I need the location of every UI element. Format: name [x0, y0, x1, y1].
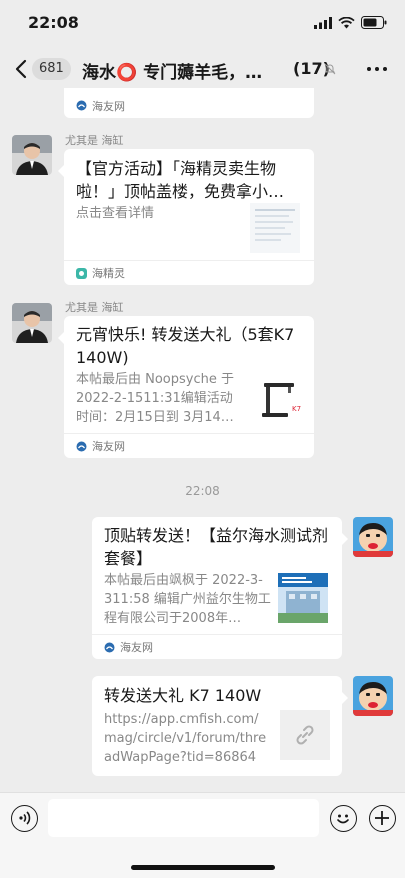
status-bar: 22:08	[0, 0, 405, 44]
mute-bell-icon	[324, 63, 336, 75]
person-avatar-icon	[12, 135, 52, 175]
battery-icon	[361, 16, 387, 29]
card-source: 海精灵	[64, 260, 314, 285]
haijingling-icon	[76, 267, 87, 279]
more-options-icon[interactable]	[367, 67, 387, 71]
link-card[interactable]: 元宵快乐! 转发送大礼（5套K7 140W) 本帖最后由 Noopsyche 于…	[64, 316, 314, 458]
avatar[interactable]	[12, 303, 52, 343]
svg-text:K7: K7	[292, 405, 301, 413]
plus-icon	[375, 811, 389, 825]
emoji-icon	[337, 814, 349, 824]
card-title: 顶贴转发送！【益尔海水测试剂套餐】	[104, 526, 329, 568]
card-source: 海友网	[64, 433, 314, 458]
cartoon-avatar-icon	[353, 676, 393, 716]
my-avatar[interactable]	[353, 676, 393, 716]
haiyouwang-icon	[104, 642, 115, 652]
sender-name: 尤其是 海缸	[65, 134, 124, 147]
time-divider: 22:08	[185, 484, 220, 498]
link-card[interactable]: 顶贴转发送！【益尔海水测试剂套餐】 本帖最后由飒枫于 2022-3-311:58…	[92, 517, 342, 659]
bubble-tail	[342, 692, 348, 704]
voice-icon	[19, 811, 31, 825]
card-source-label: 海友网	[92, 440, 125, 453]
thumbnail-image: K7	[254, 373, 304, 423]
card-description: https://app.cmfish.com/mag/circle/v1/for…	[104, 712, 267, 765]
status-icons	[314, 16, 387, 29]
wifi-icon	[338, 16, 355, 28]
link-thumb	[280, 710, 330, 760]
avatar[interactable]	[12, 135, 52, 175]
sender-name: 尤其是 海缸	[65, 301, 124, 314]
card-source-label: 海友网	[120, 641, 153, 654]
unread-count-badge[interactable]: 681	[32, 58, 71, 80]
link-card[interactable]: 海友网	[64, 88, 314, 118]
chat-header: 681 海水⭕ 专门薅羊毛，薅… (17)	[0, 44, 405, 94]
signal-icon	[314, 16, 332, 29]
haiyouwang-icon	[76, 100, 87, 111]
chat-title: 海水⭕ 专门薅羊毛，薅…	[82, 63, 266, 83]
person-avatar-icon	[12, 303, 52, 343]
message-input[interactable]	[48, 799, 319, 837]
card-source: 海友网	[92, 634, 342, 659]
link-card[interactable]: 转发送大礼 K7 140W https://app.cmfish.com/mag…	[92, 676, 342, 776]
card-source-label: 海精灵	[92, 267, 125, 280]
card-source: 海友网	[64, 93, 314, 118]
card-title: 元宵快乐! 转发送大礼（5套K7 140W)	[76, 325, 295, 367]
link-card[interactable]: 【官方活动】「海精灵卖生物啦！」顶帖盖楼，免费拿小… 点击查看详情 海精灵	[64, 149, 314, 285]
thumbnail-image	[278, 573, 328, 623]
link-icon	[296, 725, 314, 745]
card-description: 本帖最后由飒枫于 2022-3-311:58 编辑广州益尔生物工程有限公司于20…	[104, 573, 271, 626]
home-indicator[interactable]	[131, 865, 275, 870]
card-description: 点击查看详情	[76, 206, 155, 221]
haiyouwang-icon	[76, 441, 87, 451]
my-avatar[interactable]	[353, 517, 393, 557]
thumbnail-image	[250, 203, 300, 253]
card-title: 【官方活动】「海精灵卖生物啦！」顶帖盖楼，免费拿小…	[76, 159, 285, 201]
card-description: 本帖最后由 Noopsyche 于 2022-2-1511:31编辑活动时间：2…	[76, 372, 234, 425]
back-icon[interactable]	[14, 59, 28, 79]
card-title: 转发送大礼 K7 140W	[104, 686, 262, 705]
voice-input-button[interactable]	[11, 805, 38, 832]
cartoon-avatar-icon	[353, 517, 393, 557]
status-time: 22:08	[28, 13, 79, 32]
more-functions-button[interactable]	[369, 805, 396, 832]
emoji-button[interactable]	[330, 805, 357, 832]
card-source-label: 海友网	[92, 99, 125, 113]
bubble-tail	[342, 533, 348, 545]
